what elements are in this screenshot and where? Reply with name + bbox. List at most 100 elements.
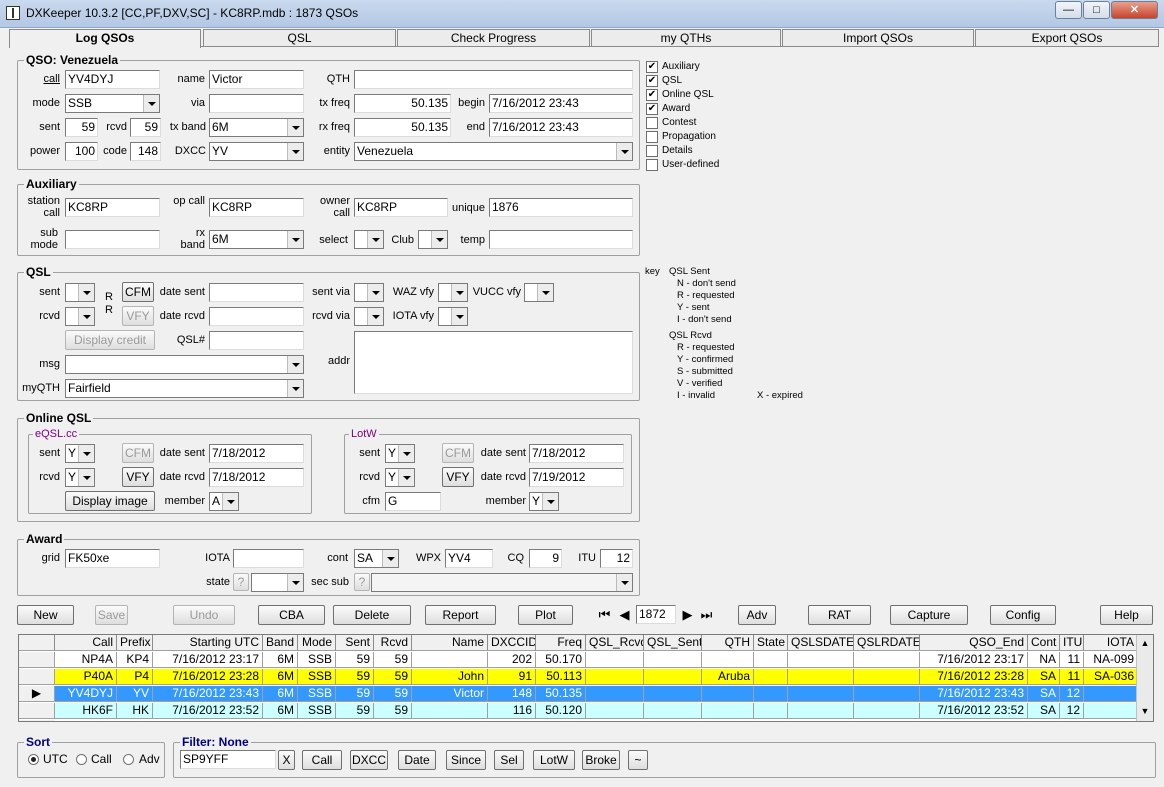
- qsl-sent-select[interactable]: [65, 283, 95, 302]
- txfreq-field[interactable]: 50.135: [354, 94, 451, 113]
- eqsl-date-rcvd-field[interactable]: 7/18/2012: [209, 468, 304, 487]
- display-image-button[interactable]: Display image: [65, 491, 155, 511]
- grid-scrollbar[interactable]: ▲ ▼: [1136, 635, 1153, 721]
- rst-sent-field[interactable]: 59: [65, 118, 98, 137]
- help-button[interactable]: Help: [1100, 605, 1153, 625]
- config-button[interactable]: Config: [990, 605, 1056, 625]
- adv-button[interactable]: Adv: [738, 605, 776, 625]
- tab-my-qths[interactable]: my QTHs: [591, 29, 781, 46]
- rcvd-via-select[interactable]: [354, 307, 384, 326]
- new-button[interactable]: New: [17, 605, 74, 625]
- filter-since-button[interactable]: Since: [446, 750, 486, 770]
- checkbox-auxiliary[interactable]: ✔: [646, 61, 658, 73]
- vucc-vfy-select[interactable]: [524, 283, 554, 302]
- qsl-date-rcvd-field[interactable]: [209, 307, 304, 326]
- filter-lotw-button[interactable]: LotW: [533, 750, 575, 770]
- addr-textarea[interactable]: [354, 331, 633, 394]
- eqsl-rcvd-select[interactable]: Y: [65, 468, 95, 487]
- via-field[interactable]: [209, 94, 304, 113]
- capture-button[interactable]: Capture: [890, 605, 968, 625]
- begin-field[interactable]: 7/16/2012 23:43: [489, 94, 633, 113]
- lotw-cfm-button[interactable]: CFM: [442, 443, 474, 463]
- itu-field[interactable]: 12: [600, 549, 633, 568]
- eqsl-member-select[interactable]: A: [209, 492, 239, 511]
- wpx-field[interactable]: YV4: [445, 549, 493, 568]
- column-header[interactable]: Rcvd: [374, 635, 412, 651]
- grid-field[interactable]: FK50xe: [65, 549, 160, 568]
- filter-dxcc-button[interactable]: DXCC: [350, 750, 388, 770]
- eqsl-cfm-button[interactable]: CFM: [122, 443, 154, 463]
- name-field[interactable]: Victor: [209, 70, 304, 89]
- column-header[interactable]: Prefix: [117, 635, 153, 651]
- scroll-down-icon[interactable]: ▼: [1138, 703, 1152, 719]
- close-button[interactable]: ✕: [1111, 1, 1158, 19]
- qso-log-grid[interactable]: Call Prefix Starting UTC Band Mode Sent Rcvd Na…: [18, 634, 1154, 722]
- filter-sel-button[interactable]: Sel: [494, 750, 524, 770]
- qth-field[interactable]: [354, 70, 633, 89]
- club-dropdown[interactable]: [418, 230, 448, 249]
- column-header[interactable]: State: [754, 635, 788, 651]
- tab-export-qsos[interactable]: Export QSOs: [975, 29, 1159, 46]
- qsl-number-field[interactable]: [209, 331, 304, 350]
- checkbox-user-defined[interactable]: [646, 159, 658, 171]
- column-header[interactable]: Name: [412, 635, 488, 651]
- table-row[interactable]: P40A P4 7/16/2012 23:28 6M SSB 59 59 John 91 50.1…: [19, 669, 1138, 685]
- tab-log-qsos[interactable]: Log QSOs: [9, 29, 201, 48]
- checkbox-online-qsl[interactable]: ✔: [646, 89, 658, 101]
- checkbox-award[interactable]: ✔: [646, 103, 658, 115]
- call-field[interactable]: YV4DYJ: [65, 70, 160, 89]
- select-dropdown[interactable]: [354, 230, 384, 249]
- last-record-icon[interactable]: ⏭: [698, 606, 715, 624]
- rst-rcvd-field[interactable]: 59: [130, 118, 161, 137]
- filter-broke-button[interactable]: Broke: [582, 750, 620, 770]
- station-call-field[interactable]: KC8RP: [65, 198, 160, 217]
- iota-field[interactable]: [233, 549, 304, 568]
- cont-select[interactable]: SA: [354, 549, 399, 568]
- filter-call-button[interactable]: Call: [302, 750, 342, 770]
- column-header[interactable]: Freq: [536, 635, 586, 651]
- filter-clear-button[interactable]: X: [278, 750, 295, 770]
- mode-select[interactable]: SSB: [65, 94, 160, 113]
- column-header[interactable]: IOTA: [1084, 635, 1138, 651]
- lotw-date-rcvd-field[interactable]: 7/19/2012: [529, 468, 624, 487]
- cq-field[interactable]: 9: [529, 549, 562, 568]
- table-row[interactable]: ▶ YV4DYJ YV 7/16/2012 23:43 6M SSB 59 59 Victor 1…: [19, 686, 1138, 702]
- op-call-field[interactable]: KC8RP: [209, 198, 304, 217]
- txband-select[interactable]: 6M: [209, 118, 304, 137]
- filter-date-button[interactable]: Date: [398, 750, 436, 770]
- rat-button[interactable]: RAT: [808, 605, 871, 625]
- table-row[interactable]: NP4A KP4 7/16/2012 23:17 6M SSB 59 59 202 50.170…: [19, 652, 1138, 668]
- waz-vfy-select[interactable]: [438, 283, 468, 302]
- column-header[interactable]: Sent: [336, 635, 374, 651]
- save-button[interactable]: Save: [95, 605, 128, 625]
- sub-mode-field[interactable]: [65, 230, 160, 249]
- msg-select[interactable]: [65, 355, 304, 374]
- code-field[interactable]: 148: [130, 142, 161, 161]
- iota-vfy-select[interactable]: [438, 307, 468, 326]
- column-header[interactable]: DXCCID: [488, 635, 536, 651]
- sort-adv-radio[interactable]: [123, 754, 134, 765]
- filter-tilde-button[interactable]: ~: [628, 750, 648, 770]
- lotw-sent-select[interactable]: Y: [385, 444, 415, 463]
- rx-band-select[interactable]: 6M: [209, 230, 304, 249]
- column-header[interactable]: ITU: [1060, 635, 1084, 651]
- checkbox-details[interactable]: [646, 145, 658, 157]
- scroll-up-icon[interactable]: ▲: [1137, 635, 1153, 651]
- column-header[interactable]: Starting UTC: [153, 635, 263, 651]
- state-lookup-button[interactable]: ?: [233, 573, 249, 591]
- filter-input[interactable]: SP9YFF: [180, 750, 276, 769]
- maximize-button[interactable]: □: [1083, 1, 1110, 19]
- qsl-date-sent-field[interactable]: [209, 283, 304, 302]
- lotw-date-sent-field[interactable]: 7/18/2012: [529, 444, 624, 463]
- column-header[interactable]: Mode: [298, 635, 336, 651]
- lotw-rcvd-select[interactable]: Y: [385, 468, 415, 487]
- column-header[interactable]: QSL_Rcvd: [586, 635, 644, 651]
- column-header[interactable]: QSLSDATE: [788, 635, 854, 651]
- entity-select[interactable]: Venezuela: [354, 142, 633, 161]
- eqsl-vfy-button[interactable]: VFY: [122, 467, 154, 487]
- sent-via-select[interactable]: [354, 283, 384, 302]
- report-button[interactable]: Report: [425, 605, 496, 625]
- rxfreq-field[interactable]: 50.135: [354, 118, 451, 137]
- temp-field[interactable]: [489, 230, 633, 249]
- delete-button[interactable]: Delete: [333, 605, 411, 625]
